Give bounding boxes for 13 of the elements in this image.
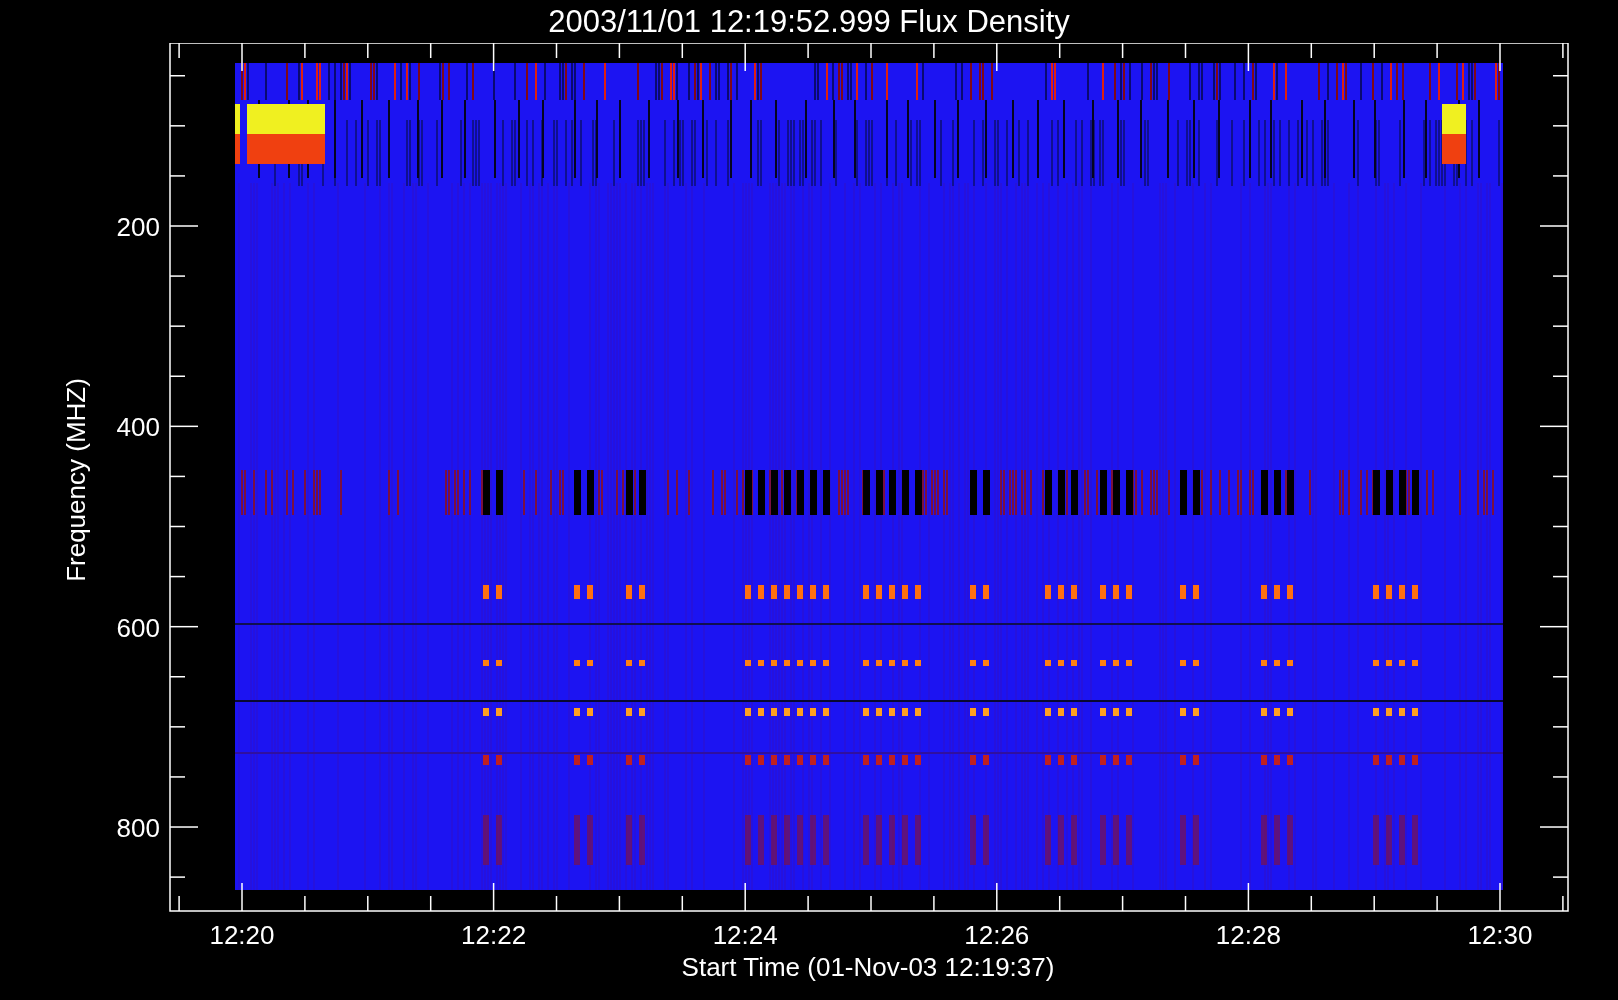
x-tick-label: 12:20 [209, 920, 275, 950]
x-tick-label: 12:26 [964, 920, 1030, 950]
x-tick-label: 12:30 [1467, 920, 1533, 950]
y-tick-label: 800 [116, 813, 160, 843]
x-tick-label: 12:22 [461, 920, 527, 950]
plot-title: 2003/11/01 12:19:52.999 Flux Density [548, 6, 1070, 37]
y-tick-label: 400 [116, 412, 160, 443]
x-tick-label: 12:24 [712, 920, 778, 950]
y-tick-label: 200 [116, 212, 160, 242]
x-axis-label: Start Time (01-Nov-03 12:19:37) [681, 952, 1055, 982]
x-tick-label: 12:28 [1215, 920, 1281, 950]
y-tick-label: 600 [116, 612, 160, 643]
y-axis-label: Frequency (MHZ) [61, 378, 91, 582]
